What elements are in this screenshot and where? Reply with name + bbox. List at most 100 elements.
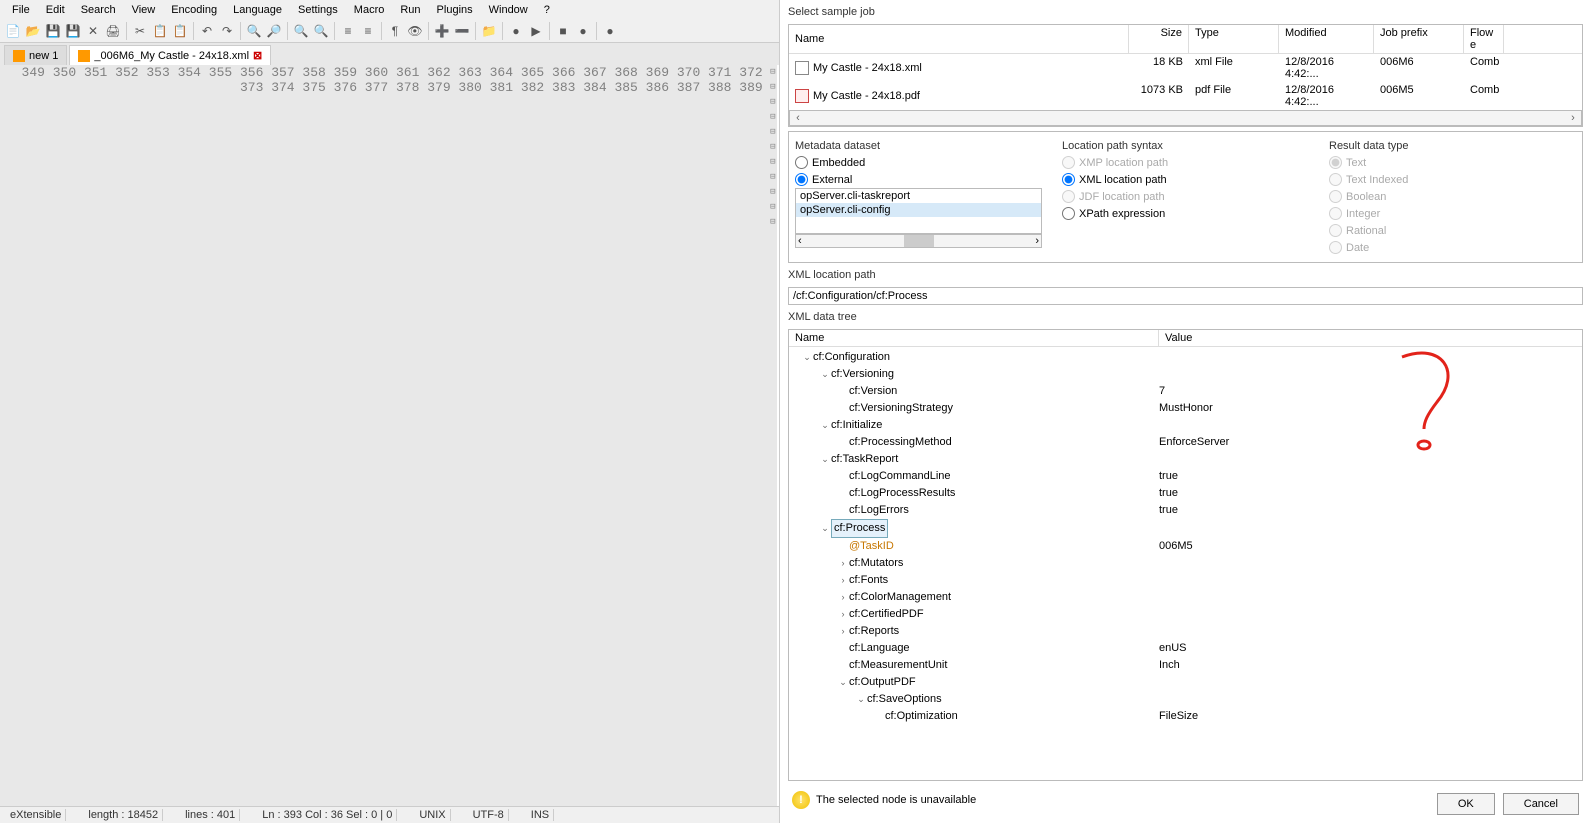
tree-node[interactable]: ⌄cf:Configuration bbox=[789, 349, 1582, 366]
tree-node[interactable]: ›cf:Fonts bbox=[789, 572, 1582, 589]
toolbar-icon[interactable]: ➕ bbox=[433, 22, 451, 40]
chevron-icon[interactable]: › bbox=[837, 606, 849, 623]
code-area[interactable]: "tag""tag">><Var"tag">> "attr">name="Are… bbox=[777, 65, 779, 806]
ok-button[interactable]: OK bbox=[1437, 793, 1495, 815]
tree-node[interactable]: cf:OptimizationFileSize bbox=[789, 708, 1582, 725]
toolbar-icon[interactable]: ↶ bbox=[198, 22, 216, 40]
file-list-header[interactable]: Name Size Type Modified Job prefix Flow … bbox=[789, 25, 1582, 54]
toolbar-icon[interactable]: 🖨 bbox=[104, 22, 122, 40]
tree-node[interactable]: cf:VersioningStrategyMustHonor bbox=[789, 400, 1582, 417]
toolbar-icon[interactable]: ■ bbox=[554, 22, 572, 40]
cancel-button[interactable]: Cancel bbox=[1503, 793, 1579, 815]
toolbar-icon[interactable]: ≡ bbox=[339, 22, 357, 40]
tree-node[interactable]: ⌄cf:Process bbox=[789, 519, 1582, 538]
chevron-icon[interactable]: ⌄ bbox=[855, 691, 867, 708]
tree-node[interactable]: ⌄cf:TaskReport bbox=[789, 451, 1582, 468]
toolbar-icon[interactable]: 📁 bbox=[480, 22, 498, 40]
menu-run[interactable]: Run bbox=[394, 2, 426, 18]
file-list-scrollbar[interactable]: ‹› bbox=[789, 110, 1582, 126]
tree-node[interactable]: ›cf:Mutators bbox=[789, 555, 1582, 572]
chevron-icon[interactable]: › bbox=[837, 623, 849, 640]
toolbar-icon[interactable]: 🔍 bbox=[292, 22, 310, 40]
chevron-icon[interactable]: ⌄ bbox=[819, 366, 831, 383]
menu-file[interactable]: File bbox=[6, 2, 36, 18]
toolbar-icon[interactable]: ✂ bbox=[131, 22, 149, 40]
file-row[interactable]: My Castle - 24x18.xml18 KBxml File12/8/2… bbox=[789, 54, 1582, 82]
toolbar-icon[interactable]: ● bbox=[507, 22, 525, 40]
tree-node[interactable]: cf:LogErrorstrue bbox=[789, 502, 1582, 519]
toolbar-icon[interactable]: ● bbox=[574, 22, 592, 40]
toolbar-icon[interactable]: 📂 bbox=[24, 22, 42, 40]
toolbar-icon[interactable]: 📋 bbox=[151, 22, 169, 40]
dataset-item[interactable]: opServer.cli-config bbox=[796, 203, 1041, 217]
editor-tab[interactable]: _006M6_My Castle - 24x18.xml⊠ bbox=[69, 45, 271, 65]
tree-node[interactable]: ›cf:ColorManagement bbox=[789, 589, 1582, 606]
menu-edit[interactable]: Edit bbox=[40, 2, 71, 18]
tree-node[interactable]: cf:LanguageenUS bbox=[789, 640, 1582, 657]
tree-node[interactable]: @TaskID006M5 bbox=[789, 538, 1582, 555]
tree-col-name[interactable]: Name bbox=[789, 330, 1159, 346]
toolbar-icon[interactable]: ● bbox=[601, 22, 619, 40]
embedded-radio[interactable]: Embedded bbox=[795, 154, 1042, 171]
menu-plugins[interactable]: Plugins bbox=[431, 2, 479, 18]
toolbar-icon[interactable]: ▶ bbox=[527, 22, 545, 40]
col-type[interactable]: Type bbox=[1189, 25, 1279, 53]
toolbar-icon[interactable]: 📄 bbox=[4, 22, 22, 40]
editor[interactable]: 349 350 351 352 353 354 355 356 357 358 … bbox=[0, 65, 779, 806]
tree-node[interactable]: ›cf:Reports bbox=[789, 623, 1582, 640]
chevron-icon[interactable]: ⌄ bbox=[819, 520, 831, 537]
menu-view[interactable]: View bbox=[126, 2, 162, 18]
menu-search[interactable]: Search bbox=[75, 2, 122, 18]
chevron-icon[interactable]: ⌄ bbox=[801, 349, 813, 366]
col-flow[interactable]: Flow e bbox=[1464, 25, 1504, 53]
toolbar-icon[interactable]: 🔎 bbox=[265, 22, 283, 40]
toolbar-icon[interactable]: ≡ bbox=[359, 22, 377, 40]
toolbar-icon[interactable]: ¶ bbox=[386, 22, 404, 40]
chevron-icon[interactable]: ⌄ bbox=[837, 674, 849, 691]
xml-radio[interactable]: XML location path bbox=[1062, 171, 1309, 188]
xml-path-input[interactable] bbox=[788, 287, 1583, 305]
dataset-scrollbar[interactable]: ‹› bbox=[795, 234, 1042, 248]
tree-node[interactable]: ⌄cf:Initialize bbox=[789, 417, 1582, 434]
tree-node[interactable]: ⌄cf:OutputPDF bbox=[789, 674, 1582, 691]
toolbar-icon[interactable]: 👁 bbox=[406, 22, 424, 40]
chevron-icon[interactable]: › bbox=[837, 589, 849, 606]
col-size[interactable]: Size bbox=[1129, 25, 1189, 53]
file-row[interactable]: My Castle - 24x18.pdf1073 KBpdf File12/8… bbox=[789, 82, 1582, 110]
chevron-icon[interactable]: ⌄ bbox=[819, 417, 831, 434]
chevron-icon[interactable]: ⌄ bbox=[819, 451, 831, 468]
toolbar-icon[interactable]: 🔍 bbox=[312, 22, 330, 40]
toolbar-icon[interactable]: ✕ bbox=[84, 22, 102, 40]
file-list[interactable]: Name Size Type Modified Job prefix Flow … bbox=[788, 24, 1583, 127]
tree-node[interactable]: ⌄cf:SaveOptions bbox=[789, 691, 1582, 708]
tree-node[interactable]: cf:LogProcessResultstrue bbox=[789, 485, 1582, 502]
tree-node[interactable]: cf:ProcessingMethodEnforceServer bbox=[789, 434, 1582, 451]
tree-node[interactable]: ⌄cf:Versioning bbox=[789, 366, 1582, 383]
tree-node[interactable]: cf:Version7 bbox=[789, 383, 1582, 400]
tree-node[interactable]: cf:MeasurementUnitInch bbox=[789, 657, 1582, 674]
col-name[interactable]: Name bbox=[789, 25, 1129, 53]
tree-col-value[interactable]: Value bbox=[1159, 330, 1582, 346]
col-modified[interactable]: Modified bbox=[1279, 25, 1374, 53]
toolbar-icon[interactable]: 💾 bbox=[44, 22, 62, 40]
chevron-icon[interactable]: › bbox=[837, 572, 849, 589]
external-radio[interactable]: External bbox=[795, 171, 1042, 188]
col-prefix[interactable]: Job prefix bbox=[1374, 25, 1464, 53]
toolbar-icon[interactable]: 📋 bbox=[171, 22, 189, 40]
menu-language[interactable]: Language bbox=[227, 2, 288, 18]
menu-encoding[interactable]: Encoding bbox=[165, 2, 223, 18]
dataset-item[interactable]: opServer.cli-taskreport bbox=[796, 189, 1041, 203]
xpath-radio[interactable]: XPath expression bbox=[1062, 205, 1309, 222]
chevron-icon[interactable]: › bbox=[837, 555, 849, 572]
toolbar-icon[interactable]: 💾 bbox=[64, 22, 82, 40]
tab-close-icon[interactable]: ⊠ bbox=[253, 49, 262, 62]
menu-?[interactable]: ? bbox=[538, 2, 556, 18]
toolbar-icon[interactable]: ↷ bbox=[218, 22, 236, 40]
menu-macro[interactable]: Macro bbox=[348, 2, 391, 18]
menu-settings[interactable]: Settings bbox=[292, 2, 344, 18]
menu-window[interactable]: Window bbox=[483, 2, 534, 18]
tree-node[interactable]: cf:LogCommandLinetrue bbox=[789, 468, 1582, 485]
dataset-listbox[interactable]: opServer.cli-taskreport opServer.cli-con… bbox=[795, 188, 1042, 234]
toolbar-icon[interactable]: ➖ bbox=[453, 22, 471, 40]
toolbar-icon[interactable]: 🔍 bbox=[245, 22, 263, 40]
